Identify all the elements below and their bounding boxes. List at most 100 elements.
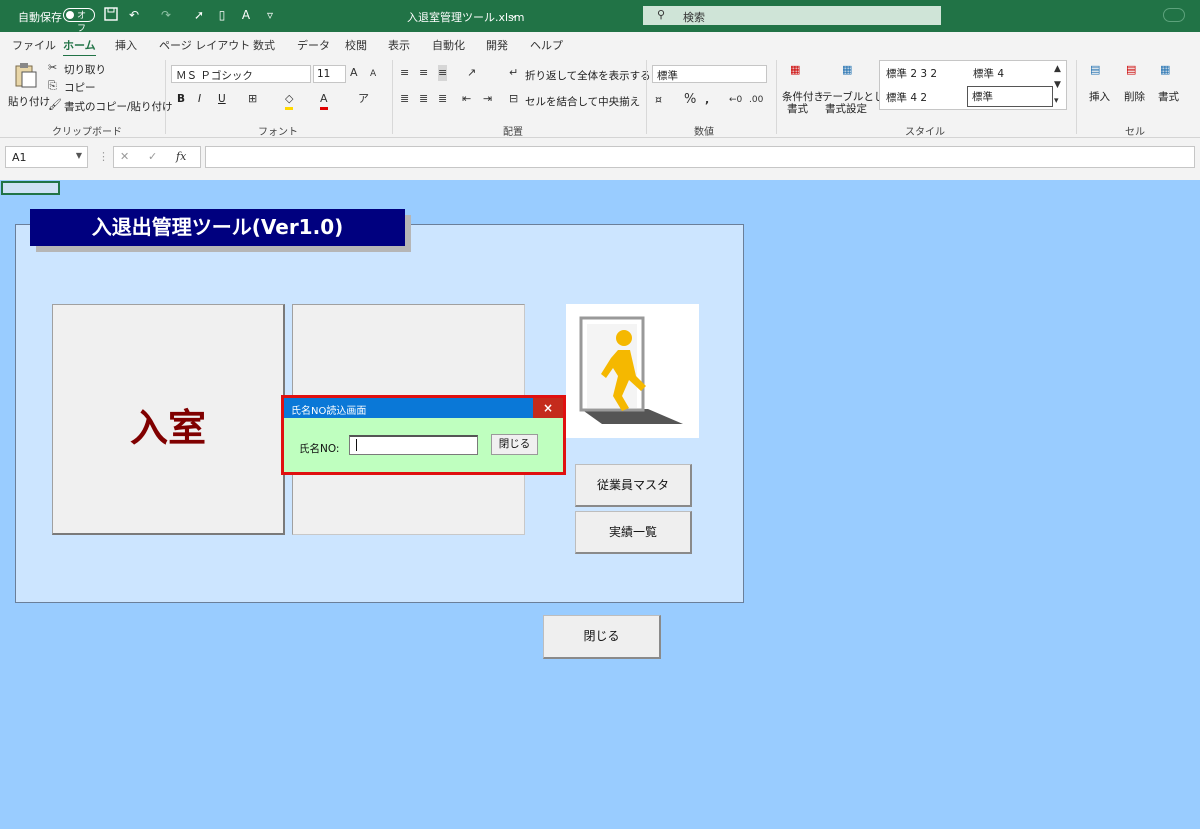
formula-input[interactable] [205, 146, 1195, 168]
underline-button[interactable]: U [218, 93, 226, 105]
style-item[interactable]: 標準 4 [973, 66, 1004, 81]
copy-button[interactable]: コピー [64, 80, 96, 95]
tab-formulas[interactable]: 数式 [253, 37, 275, 53]
insert-cells-icon: ▤ [1090, 63, 1101, 76]
align-middle-icon[interactable]: ≡ [419, 65, 428, 81]
format-cells-icon: ▦ [1160, 63, 1171, 76]
tab-automate[interactable]: 自動化 [432, 37, 465, 53]
search-placeholder: 検索 [683, 11, 705, 24]
align-right-icon[interactable]: ≣ [438, 91, 447, 107]
file-name[interactable]: 入退室管理ツール.xlsm [407, 9, 525, 25]
autosave-state: オフ [77, 11, 87, 34]
paste-button[interactable]: 貼り付け [8, 60, 50, 112]
merge-center-button[interactable]: セルを結合して中央揃え [525, 94, 640, 109]
employee-master-button[interactable]: 従業員マスタ [575, 464, 692, 507]
number-format-value: 標準 [657, 70, 678, 82]
comma-icon[interactable]: , [705, 92, 709, 108]
customize-qat-icon[interactable]: ▿ [262, 7, 278, 23]
exit-door-picture [566, 304, 699, 438]
cell-styles-gallery: 標準 2 3 2 標準 4 標準 4 2 標準 ▲ ▼ ▾ [879, 60, 1067, 110]
search-box[interactable]: ⚲ 検索 [643, 6, 941, 25]
italic-button[interactable]: I [198, 93, 201, 105]
align-top-icon[interactable]: ≡ [400, 65, 409, 81]
autosave-toggle[interactable]: オフ [63, 8, 95, 34]
font-size-select[interactable]: 11 [313, 65, 346, 83]
font-name-select[interactable]: ＭＳ Ｐゴシック [171, 65, 311, 83]
records-list-button[interactable]: 実績一覧 [575, 511, 692, 554]
tab-help[interactable]: ヘルプ [530, 37, 563, 53]
save-icon[interactable] [103, 7, 119, 23]
tab-insert[interactable]: 挿入 [115, 37, 137, 53]
name-box[interactable]: A1 ▼ [5, 146, 88, 168]
styles-group-label: スタイル [905, 127, 945, 138]
currency-icon[interactable]: ¤ [655, 92, 662, 108]
copilot-icon[interactable] [1163, 8, 1185, 22]
app-title: 入退出管理ツール(Ver1.0) [30, 209, 405, 246]
decrease-decimal-icon[interactable]: .00 [749, 92, 763, 108]
style-item[interactable]: 標準 2 3 2 [886, 66, 937, 81]
wrap-text-icon: ↵ [509, 66, 519, 79]
close-sheet-button[interactable]: 閉じる [543, 615, 661, 659]
formula-buttons: ✕ ✓ fx [113, 146, 201, 168]
decrease-indent-icon[interactable]: ⇤ [462, 91, 471, 107]
phonetic-icon[interactable]: ア [358, 91, 369, 107]
divider [165, 60, 166, 134]
pointer-icon[interactable]: ➚ [191, 7, 207, 23]
align-center-icon[interactable]: ≣ [419, 91, 428, 107]
number-format-select[interactable]: 標準 [652, 65, 767, 83]
insert-function-icon[interactable]: fx [176, 149, 186, 165]
increase-decimal-icon[interactable]: ←0 [729, 92, 742, 108]
tab-view[interactable]: 表示 [388, 37, 410, 53]
increase-indent-icon[interactable]: ⇥ [483, 91, 492, 107]
format-painter-button[interactable]: 書式のコピー/貼り付け [64, 99, 173, 114]
clipboard-group-label: クリップボード [52, 127, 122, 138]
alignment-group-label: 配置 [503, 127, 523, 138]
style-item-selected[interactable]: 標準 [967, 86, 1053, 107]
decrease-font-icon[interactable]: A [370, 66, 376, 82]
delete-cells-icon: ▤ [1126, 63, 1137, 76]
style-item[interactable]: 標準 4 2 [886, 90, 927, 105]
wrap-text-button[interactable]: 折り返して全体を表示する [525, 68, 651, 83]
expand-gallery-icon[interactable]: ▾ [1054, 93, 1059, 109]
chevron-down-icon: ▼ [75, 151, 82, 160]
document-icon[interactable]: ▯ [214, 7, 230, 23]
selected-cell[interactable] [1, 181, 60, 195]
scroll-up-icon[interactable]: ▲ [1054, 61, 1061, 77]
increase-font-icon[interactable]: A [350, 65, 358, 81]
enter-room-label: 入室 [129, 405, 206, 450]
scroll-down-icon[interactable]: ▼ [1054, 77, 1061, 93]
font-color-icon[interactable]: A [320, 91, 328, 110]
redo-icon[interactable]: ↷ [158, 7, 174, 23]
enter-room-button[interactable]: 入室 [52, 304, 285, 535]
border-icon[interactable]: ⊞ [248, 91, 257, 107]
bold-button[interactable]: B [177, 93, 185, 105]
cut-button[interactable]: 切り取り [64, 62, 106, 77]
dialog-close-button[interactable]: × [533, 398, 563, 418]
percent-icon[interactable]: % [684, 92, 696, 108]
worksheet[interactable]: 入退出管理ツール(Ver1.0) 入室 従業員マスタ 実績一覧 閉じる 氏名NO… [0, 180, 1200, 829]
scissors-icon: ✂ [48, 61, 58, 74]
tab-home[interactable]: ホーム [63, 37, 96, 57]
font-size-value: 11 [317, 68, 331, 80]
undo-icon[interactable]: ↶ [126, 7, 142, 23]
format-cells-label: 書式 [1158, 91, 1179, 103]
chevron-down-icon[interactable]: ⌄ [509, 8, 518, 21]
ribbon: 貼り付け ✂ 切り取り ⎘ コピー 🖌 書式のコピー/貼り付け クリップボード … [0, 56, 1200, 138]
fill-color-icon[interactable]: ◇ [285, 91, 294, 110]
orientation-icon[interactable]: ↗ [467, 65, 476, 81]
tab-review[interactable]: 校閲 [345, 37, 367, 53]
text-box-icon[interactable]: A [238, 7, 254, 23]
align-left-icon[interactable]: ≣ [400, 91, 409, 107]
tab-data[interactable]: データ [297, 37, 330, 53]
table-format-label-2: 書式設定 [825, 103, 867, 115]
tab-developer[interactable]: 開発 [486, 37, 508, 53]
name-no-input[interactable] [349, 435, 478, 455]
tab-file[interactable]: ファイル [12, 37, 56, 53]
cancel-icon[interactable]: ✕ [120, 149, 129, 165]
tab-page-layout[interactable]: ページ レイアウト [159, 37, 250, 53]
align-bottom-icon[interactable]: ≡ [438, 65, 448, 81]
copy-icon: ⎘ [48, 79, 57, 92]
enter-icon[interactable]: ✓ [148, 149, 157, 165]
divider [646, 60, 647, 134]
dialog-close-text-button[interactable]: 閉じる [491, 434, 538, 455]
